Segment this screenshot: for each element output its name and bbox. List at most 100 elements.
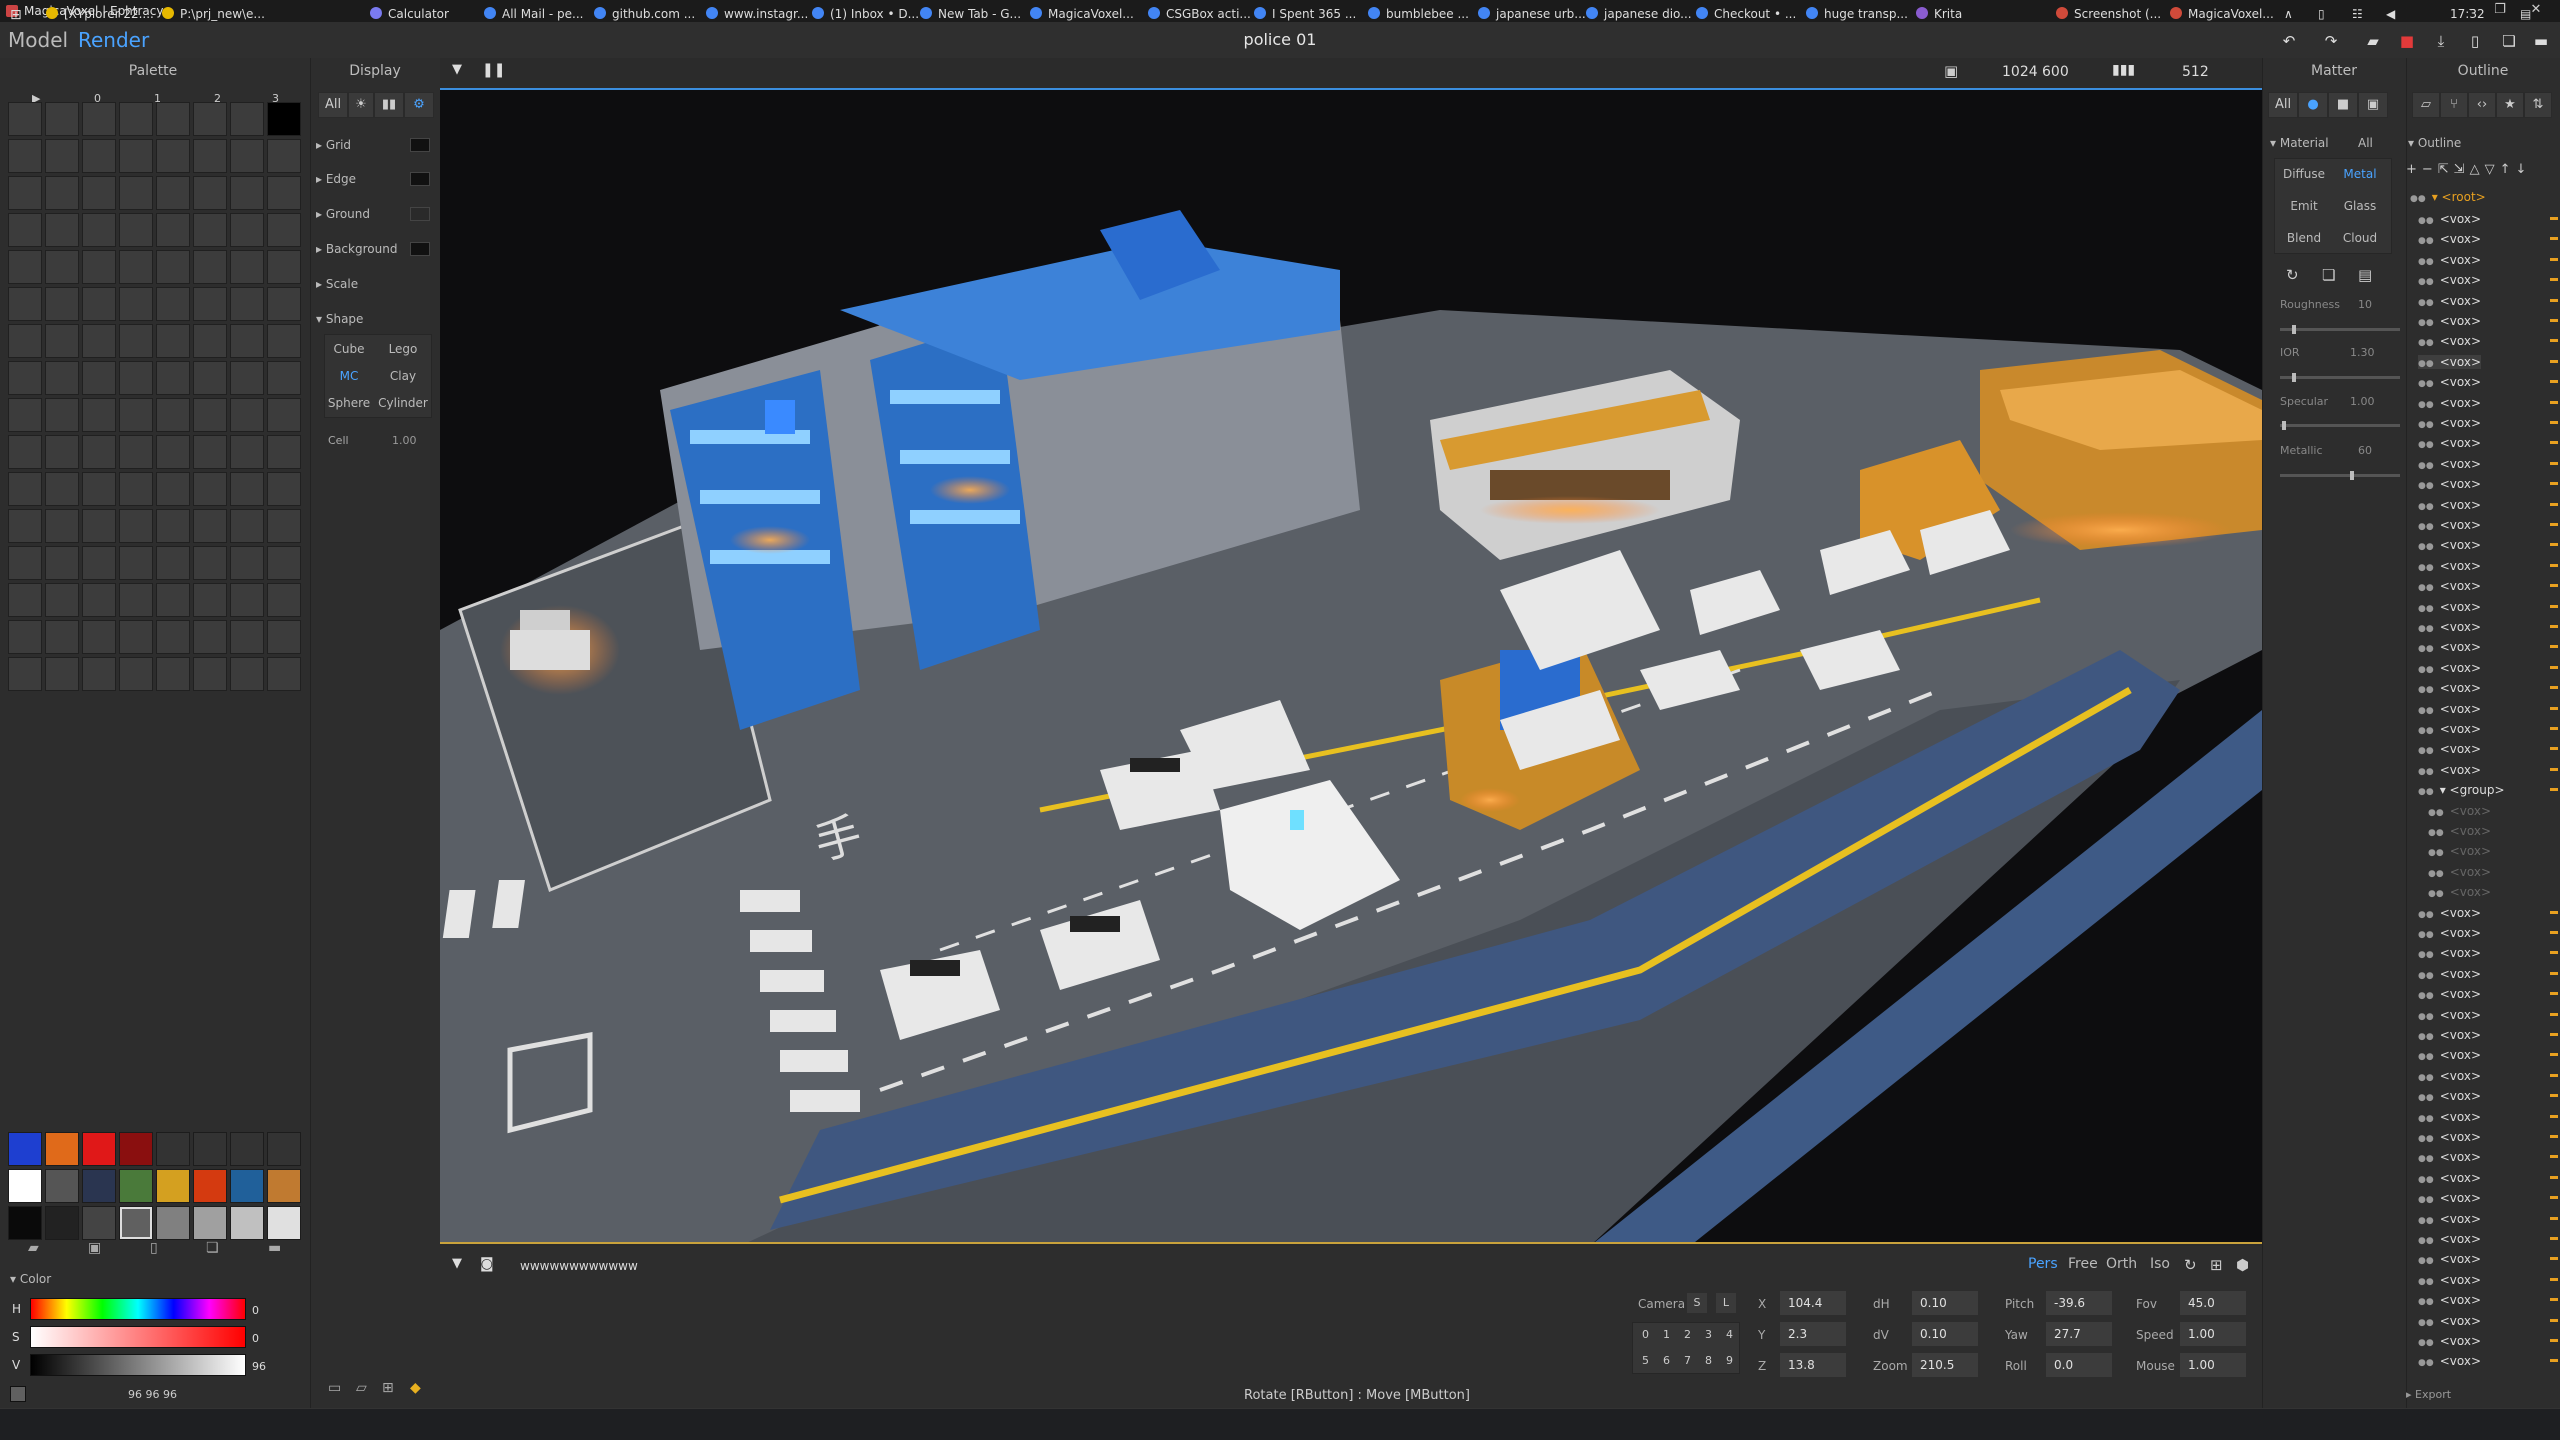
palette-cell[interactable] <box>267 509 301 543</box>
sun-icon[interactable]: ☀ <box>348 92 374 118</box>
tab-render[interactable]: Render <box>78 28 149 52</box>
open-palette-icon[interactable]: ▰ <box>28 1240 39 1256</box>
palette-swatch[interactable] <box>45 1132 79 1166</box>
palette-swatch[interactable] <box>8 1169 42 1203</box>
palette-cell[interactable] <box>119 472 153 506</box>
visibility-icon[interactable]: ●● <box>2418 298 2434 308</box>
sort-icon[interactable]: ⇅ <box>2524 92 2552 118</box>
visibility-icon[interactable]: ●● <box>2418 1134 2434 1144</box>
outline-item[interactable]: ●● <vox> <box>2418 1130 2558 1144</box>
dh-field[interactable]: 0.10 <box>1912 1291 1978 1315</box>
outline-item[interactable]: ●● <vox> <box>2418 1028 2558 1042</box>
visibility-icon[interactable]: ●● <box>2410 194 2426 204</box>
palette-cell[interactable] <box>119 102 153 136</box>
mode-free-button[interactable]: Free <box>2068 1256 2098 1272</box>
material-section-header[interactable]: ▾ Material <box>2270 136 2329 150</box>
palette-swatch[interactable] <box>8 1206 42 1240</box>
outline-item[interactable]: ●● <vox> <box>2418 518 2558 532</box>
material-cloud-button[interactable]: Cloud <box>2332 224 2388 252</box>
camera-slot[interactable]: 4 <box>1726 1328 1733 1341</box>
display-row-background[interactable]: ▸ Background <box>316 242 436 256</box>
outline-item[interactable]: ●● ▾ <root> <box>2410 190 2486 204</box>
palette-cell[interactable] <box>119 176 153 210</box>
palette-cell[interactable] <box>45 657 79 691</box>
outline-item[interactable]: ●● <vox> <box>2428 865 2491 879</box>
pause-icon[interactable]: ❚❚ <box>482 62 505 78</box>
visibility-icon[interactable]: ●● <box>2418 318 2434 328</box>
display-row-shape[interactable]: ▾ Shape <box>316 312 436 326</box>
outline-tool-icons[interactable]: +−⇱⇲△▽↑↓ <box>2406 162 2531 177</box>
palette-cell[interactable] <box>45 324 79 358</box>
palette-cell[interactable] <box>156 213 190 247</box>
palette-cell[interactable] <box>156 139 190 173</box>
visibility-icon[interactable]: ●● <box>2418 257 2434 267</box>
camera-slot[interactable]: 5 <box>1642 1354 1649 1367</box>
taskbar-app-button[interactable]: Checkout • ... <box>1696 7 1796 21</box>
outline-item[interactable]: ●● <vox> <box>2428 824 2491 838</box>
outline-item[interactable]: ●● <vox> <box>2418 1191 2558 1205</box>
palette-cell[interactable] <box>119 583 153 617</box>
display-row-edge[interactable]: ▸ Edge <box>316 172 436 186</box>
mouse-field[interactable]: 1.00 <box>2180 1353 2246 1377</box>
palette-swatch[interactable] <box>119 1169 153 1203</box>
palette-cell[interactable] <box>45 102 79 136</box>
outline-item[interactable]: ●● <vox> <box>2418 1252 2558 1266</box>
shape-lego-button[interactable]: Lego <box>378 336 428 362</box>
palette-cell[interactable] <box>45 213 79 247</box>
visibility-icon[interactable]: ●● <box>2418 400 2434 410</box>
copy-material-icon[interactable]: ❏ <box>2322 266 2335 284</box>
specular-value[interactable]: 1.00 <box>2350 395 2375 408</box>
folder-icon[interactable]: ▱ <box>356 1380 367 1396</box>
palette-cell[interactable] <box>267 361 301 395</box>
material-blend-button[interactable]: Blend <box>2276 224 2332 252</box>
outline-item[interactable]: ●● <vox> <box>2418 906 2558 920</box>
taskbar-app-button[interactable]: MagicaVoxel... <box>2170 7 2274 21</box>
palette-cell[interactable] <box>156 324 190 358</box>
palette-cell[interactable] <box>156 435 190 469</box>
palette-cell[interactable] <box>8 398 42 432</box>
visibility-icon[interactable]: ●● <box>2418 706 2434 716</box>
visibility-icon[interactable]: ●● <box>2418 1358 2434 1368</box>
visibility-icon[interactable]: ●● <box>2418 991 2434 1001</box>
palette-cell[interactable] <box>119 287 153 321</box>
palette-cell[interactable] <box>45 546 79 580</box>
palette-cell[interactable] <box>156 176 190 210</box>
palette-cell[interactable] <box>45 287 79 321</box>
palette-swatch[interactable] <box>82 1132 116 1166</box>
palette-swatch[interactable] <box>82 1169 116 1203</box>
scene-text-field[interactable]: wwwwwwwwwwww <box>520 1259 638 1273</box>
render-height[interactable]: 600 <box>2042 64 2069 80</box>
palette-cell[interactable] <box>193 176 227 210</box>
value-value[interactable]: 96 <box>252 1360 266 1373</box>
palette-cell[interactable] <box>82 213 116 247</box>
palette-cell[interactable] <box>193 139 227 173</box>
visibility-icon[interactable]: ●● <box>2418 563 2434 573</box>
visibility-icon[interactable]: ●● <box>2418 379 2434 389</box>
new-file-icon[interactable]: ▯ <box>2464 30 2486 52</box>
palette-cell[interactable] <box>267 435 301 469</box>
outline-item[interactable]: ●● <vox> <box>2418 579 2558 593</box>
palette-cell[interactable] <box>193 435 227 469</box>
redo-icon[interactable]: ↷ <box>2320 30 2342 52</box>
hue-slider[interactable] <box>30 1298 246 1320</box>
palette-swatch[interactable] <box>45 1206 79 1240</box>
palette-cell[interactable] <box>267 546 301 580</box>
gear-icon[interactable]: ⚙ <box>404 92 434 118</box>
tray-chevron-icon[interactable]: ∧ <box>2284 7 2293 21</box>
palette-cell[interactable] <box>267 287 301 321</box>
zoom-field[interactable]: 210.5 <box>1912 1353 1978 1377</box>
outline-item[interactable]: ●● <vox> <box>2418 1171 2558 1185</box>
palette-cell[interactable] <box>267 620 301 654</box>
palette-cell[interactable] <box>82 509 116 543</box>
taskbar-app-button[interactable]: Calculator <box>370 7 449 21</box>
palette-cell[interactable] <box>119 139 153 173</box>
outline-item[interactable]: ●● <vox> <box>2418 396 2558 410</box>
bottom-menu-icon[interactable]: ▼ <box>452 1256 462 1271</box>
camera-cube-icon[interactable]: ⬢ <box>2236 1256 2249 1274</box>
camera-grid-icon[interactable]: ⊞ <box>2210 1256 2223 1274</box>
palette-cell[interactable] <box>8 139 42 173</box>
palette-cell[interactable] <box>45 398 79 432</box>
palette-cell[interactable] <box>193 657 227 691</box>
taskbar-app-button[interactable]: bumblebee ... <box>1368 7 1469 21</box>
palette-cell[interactable] <box>267 250 301 284</box>
